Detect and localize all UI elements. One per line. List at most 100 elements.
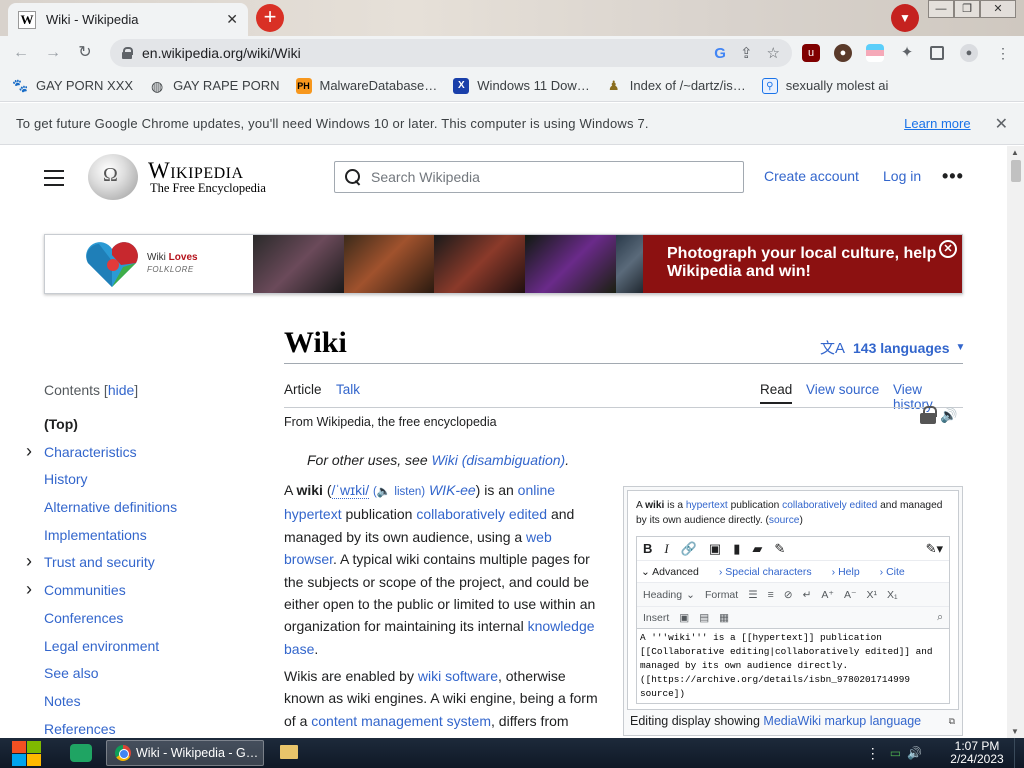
forward-arrow-icon[interactable]: → [42,42,64,64]
toc-item[interactable]: Implementations [44,525,254,553]
address-bar[interactable]: en.wikipedia.org/wiki/Wiki G ⇪ ☆ [110,39,792,67]
bookmark-item[interactable]: PH MalwareDatabase… [295,77,437,94]
share-icon[interactable]: ⇪ [740,44,753,62]
windows-taskbar: Wiki - Wikipedia - G… ⋮ ▭ 🔊 1:07 PM 2/24… [0,738,1024,768]
tabs-divider [284,407,963,408]
learn-more-link[interactable]: Learn more [904,116,970,131]
chevron-right-icon[interactable]: › [26,580,32,598]
chevron-right-icon[interactable]: › [26,442,32,460]
search-input[interactable] [371,169,733,185]
toc-item-label: See also [44,665,99,682]
enlarge-icon[interactable]: ⧉ [949,716,955,727]
taskbar-chrome-button[interactable]: Wiki - Wikipedia - G… [106,740,264,766]
new-tab-button[interactable]: + [256,4,284,32]
lock-icon[interactable] [122,47,133,59]
wiki-software-link[interactable]: wiki software [418,668,498,684]
page-status-icons: 🔊 [920,406,957,424]
log-in-link[interactable]: Log in [883,168,921,184]
protection-lock-icon[interactable] [920,406,937,424]
listen-audio-icon[interactable]: 🔊 [940,407,957,424]
chrome-menu-icon[interactable]: ⋮ [994,44,1012,62]
browser-tab[interactable]: W Wiki - Wikipedia ✕ [8,3,248,36]
create-account-link[interactable]: Create account [764,168,859,184]
scroll-down-icon[interactable]: ▼ [1011,727,1019,736]
minimize-button[interactable]: — [928,0,954,18]
toc-item[interactable]: › Characteristics [26,442,254,470]
toc-item[interactable]: See also [44,663,254,691]
network-icon[interactable]: ▭ [890,746,901,760]
listen-link[interactable]: (🔈 listen) [373,486,425,498]
toc-item[interactable]: Notes [44,691,254,719]
bold-icon: B [643,541,653,556]
toc-item-top[interactable]: (Top) [44,414,254,442]
toc-item[interactable]: Alternative definitions [44,497,254,525]
google-lens-icon[interactable]: G [714,45,726,62]
online-link[interactable]: online [518,482,555,498]
main-menu-icon[interactable] [44,170,64,186]
toc-item[interactable]: Conferences [44,608,254,636]
banner-close-icon[interactable]: ✕ [939,240,957,258]
hypertext-link[interactable]: hypertext [284,506,342,522]
banner-call-to-action[interactable]: Photograph your local culture, help Wiki… [643,235,962,293]
toc-item[interactable]: › Communities [26,580,254,608]
toc-item[interactable]: Legal environment [44,636,254,664]
page-viewport: Wikipedia The Free Encyclopedia Create a… [0,146,1007,738]
wikipedia-globe-logo[interactable] [88,154,138,200]
tab-article[interactable]: Article [284,382,322,397]
profile-avatar-icon[interactable]: ● [960,44,978,62]
page-scrollbar[interactable]: ▲ ▼ [1007,146,1024,738]
chevron-right-icon[interactable]: › [26,552,32,570]
close-tab-icon[interactable]: ✕ [226,11,238,28]
extension-avatar-icon[interactable]: ● [834,44,852,62]
image-icon: ▣ [708,540,722,556]
tab-view-source[interactable]: View source [806,382,879,397]
article-tabs: Article Talk Read View source View histo… [284,382,963,412]
bookmark-item[interactable]: ♟ Index of /~dartz/is… [606,78,746,94]
insert-file-icon: ▤ [699,611,710,624]
side-panel-icon[interactable] [930,46,944,60]
tray-menu-icon[interactable]: ⋮ [866,745,880,762]
cms-link[interactable]: content management system [311,713,491,729]
campaign-banner[interactable]: Wiki Loves FOLKLORE Photograph your loca… [44,234,963,294]
search-box[interactable] [334,161,744,193]
window-close-button[interactable]: ✕ [980,0,1016,18]
collaboratively-edited-link[interactable]: collaboratively edited [416,506,547,522]
toc-item[interactable]: History [44,469,254,497]
knowledge-base-link[interactable]: knowledge base [284,618,595,656]
language-selector[interactable]: 文A 143 languages ▼ [820,337,965,358]
bookmark-item[interactable]: 🐾 GAY PORN XXX [12,78,133,94]
close-infobar-icon[interactable]: ✕ [995,114,1008,134]
reload-icon[interactable]: ↻ [74,42,96,64]
volume-icon[interactable]: 🔊 [907,746,922,760]
tab-talk[interactable]: Talk [336,382,360,397]
toc-item[interactable]: › Trust and security [26,552,254,580]
editor-screenshot[interactable]: A wiki is a hypertext publication collab… [627,490,959,710]
puzzle-extensions-icon[interactable]: ✦ [898,44,916,62]
taskbar-clock[interactable]: 1:07 PM 2/24/2023 [944,740,1010,766]
web-browser-link[interactable]: web browser [284,529,552,567]
bookmark-item[interactable]: ⚲ sexually molest ai [761,77,888,94]
bookmark-item[interactable]: ◍ GAY RAPE PORN [149,78,280,94]
taskbar-app-icon[interactable] [70,744,92,762]
respelling-link[interactable]: WIK-ee [429,482,476,498]
bookmark-item[interactable]: X Windows 11 Dow… [453,77,590,94]
scroll-up-icon[interactable]: ▲ [1011,148,1019,157]
toc-item[interactable]: References [44,719,254,738]
pride-flag-icon[interactable] [866,44,884,62]
tab-read[interactable]: Read [760,382,793,404]
file-explorer-icon[interactable] [280,745,298,759]
more-options-icon[interactable]: ••• [942,166,964,187]
mediawiki-markup-link[interactable]: MediaWiki markup language [763,714,921,728]
maximize-button[interactable]: ❐ [954,0,980,18]
toc-hide-link[interactable]: hide [108,382,134,398]
scrollbar-thumb[interactable] [1011,160,1021,182]
ublock-icon[interactable]: u [802,44,820,62]
ipa-pronunciation-link[interactable]: /ˈwɪki/ [331,482,370,499]
disambiguation-link[interactable]: Wiki (disambiguation) [432,452,566,468]
back-arrow-icon[interactable]: ← [10,42,32,64]
bookmark-star-icon[interactable]: ☆ [767,44,780,62]
show-desktop-button[interactable] [1014,738,1024,768]
start-button[interactable] [10,739,42,767]
url-text[interactable]: en.wikipedia.org/wiki/Wiki [142,45,700,61]
tab-search-button[interactable]: ▼ [891,4,919,32]
